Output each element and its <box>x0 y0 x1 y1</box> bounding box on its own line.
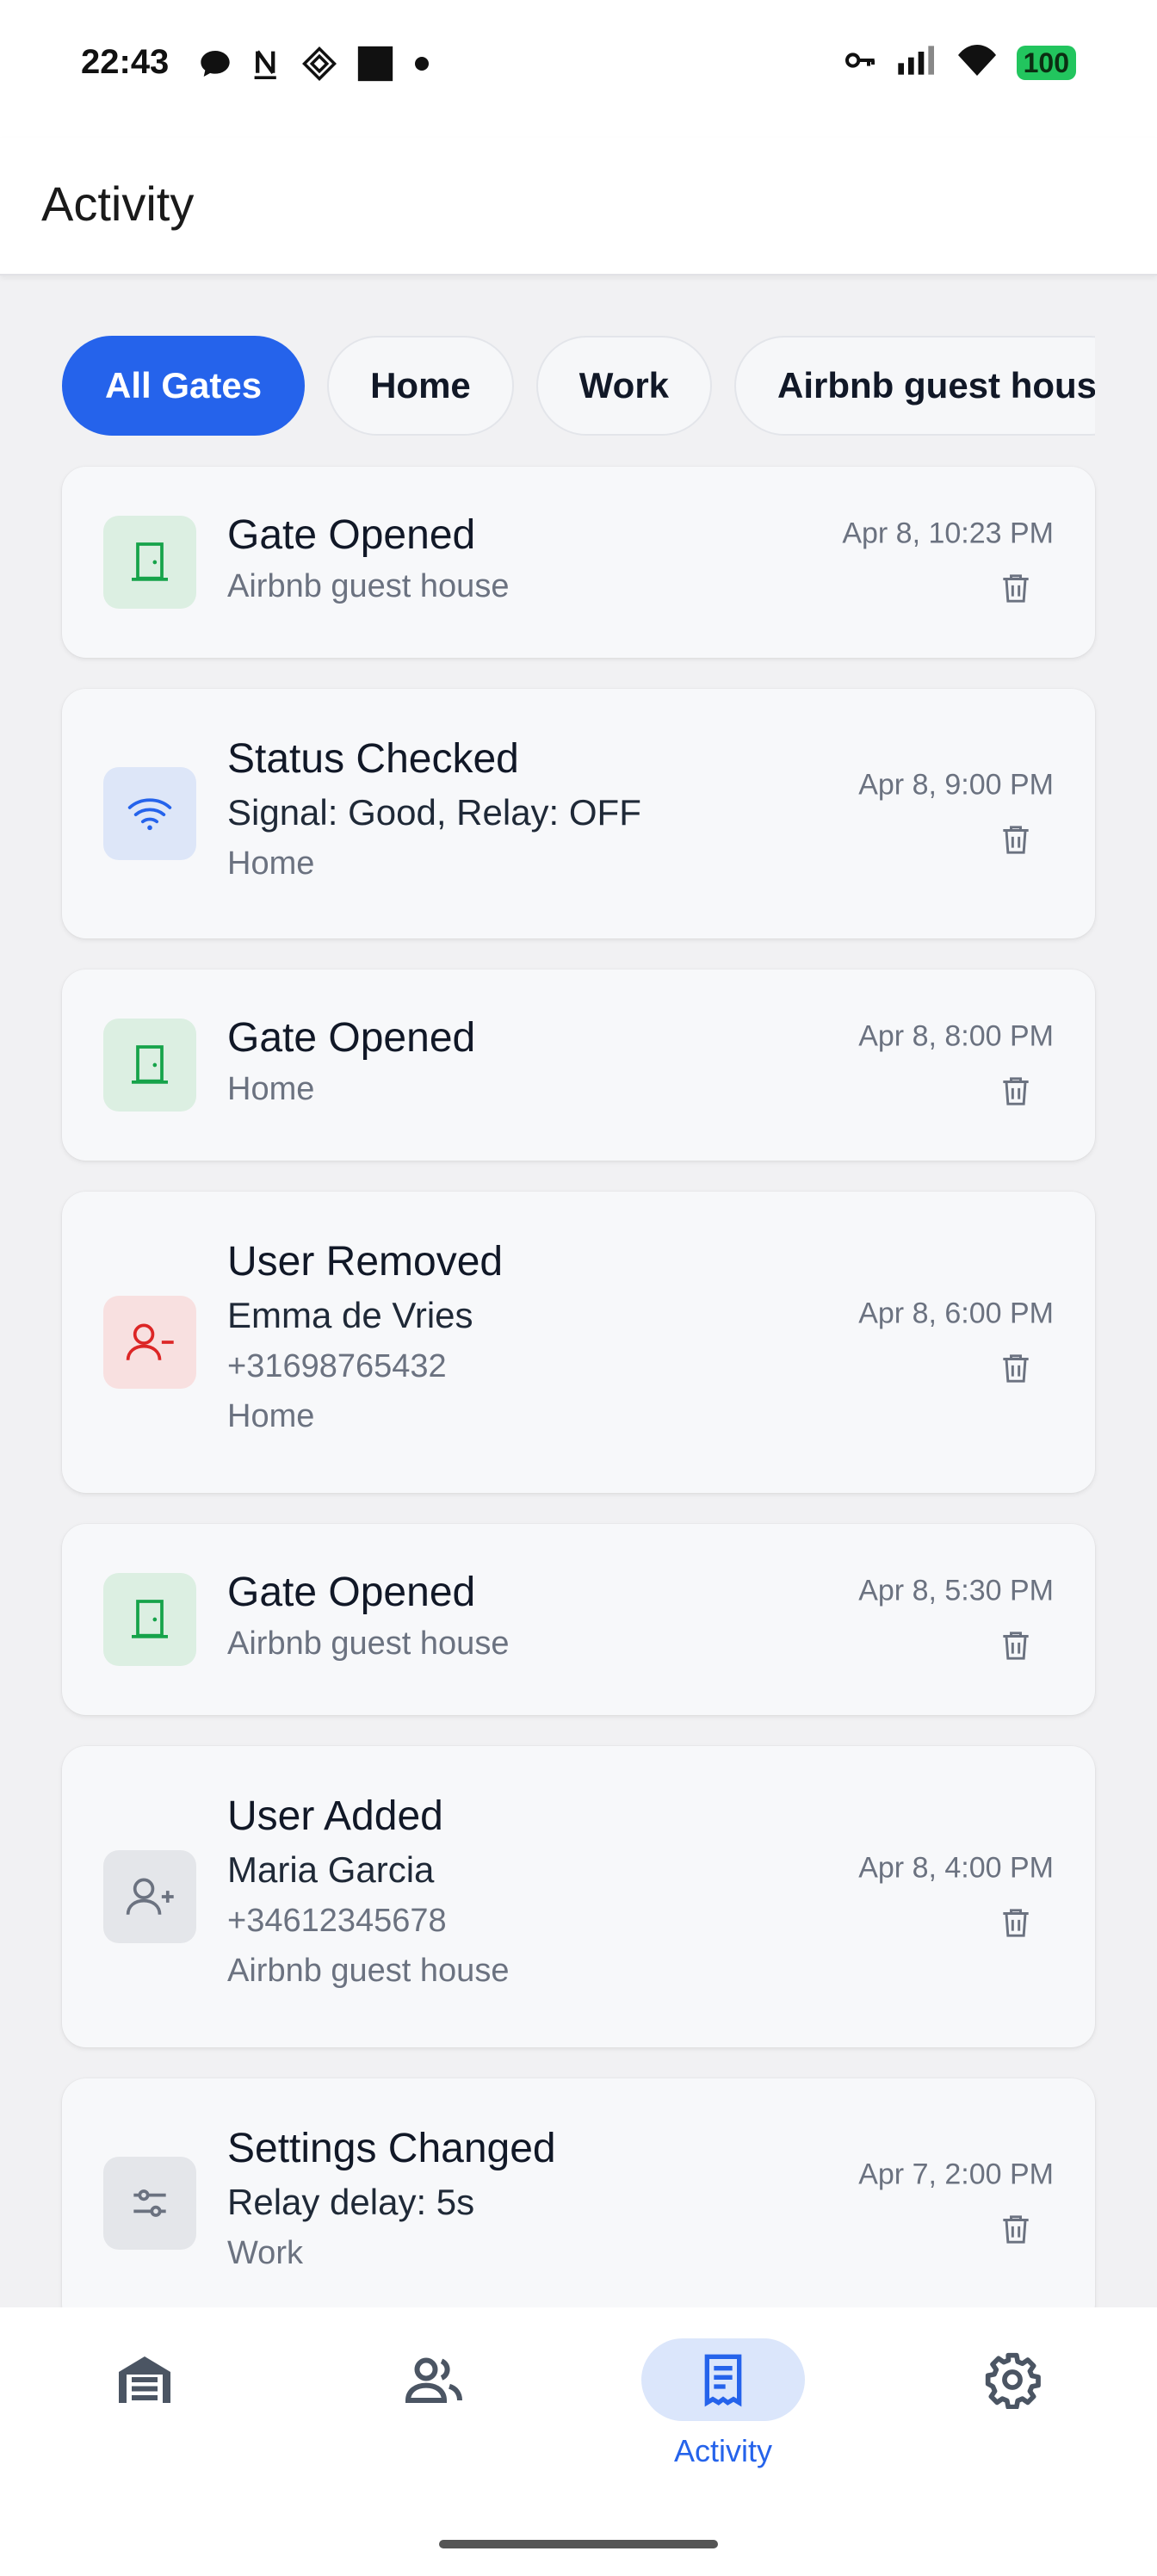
activity-detail-phone: +34612345678 <box>227 1903 447 1939</box>
chip-airbnb-guest-house[interactable]: Airbnb guest hous <box>734 336 1095 436</box>
status-bar: 22:43 100 <box>0 0 1157 138</box>
home-indicator <box>439 2540 718 2548</box>
delete-icon[interactable] <box>997 1073 1035 1111</box>
gate-filter-chips: All Gates Home Work Airbnb guest hous <box>62 336 1095 437</box>
wifi-icon <box>956 43 998 82</box>
activity-gate: Airbnb guest house <box>227 568 510 604</box>
activity-title: Status Checked <box>227 736 519 782</box>
delete-icon[interactable] <box>997 570 1035 608</box>
page-title: Activity <box>41 176 195 231</box>
activity-time: Apr 8, 8:00 PM <box>858 1019 1054 1053</box>
activity-time: Apr 8, 10:23 PM <box>842 517 1054 550</box>
app-bar: Activity <box>0 138 1157 276</box>
activity-gate: Work <box>227 2235 303 2271</box>
activity-card[interactable]: Settings Changed Relay delay: 5s Work Ap… <box>62 2078 1095 2328</box>
dot-icon <box>413 55 430 77</box>
activity-time: Apr 8, 4:00 PM <box>858 1851 1054 1885</box>
activity-card[interactable]: Gate Opened Home Apr 8, 8:00 PM <box>62 969 1095 1161</box>
wifi-icon <box>103 767 196 860</box>
users-icon <box>405 2357 462 2403</box>
garage-icon <box>119 2356 170 2403</box>
activity-card[interactable]: Gate Opened Airbnb guest house Apr 8, 5:… <box>62 1524 1095 1715</box>
activity-list: Gate Opened Airbnb guest house Apr 8, 10… <box>62 467 1095 2359</box>
delete-icon[interactable] <box>997 1627 1035 1665</box>
activity-time: Apr 8, 9:00 PM <box>858 768 1054 802</box>
delete-icon[interactable] <box>997 1350 1035 1388</box>
user-plus-icon <box>103 1850 196 1943</box>
activity-card[interactable]: User Removed Emma de Vries +31698765432 … <box>62 1192 1095 1493</box>
black-square-icon <box>356 45 394 87</box>
activity-card[interactable]: User Added Maria Garcia +34612345678 Air… <box>62 1746 1095 2047</box>
signal-icon <box>896 43 937 82</box>
activity-gate: Airbnb guest house <box>227 1625 510 1662</box>
activity-detail-phone: +31698765432 <box>227 1348 447 1384</box>
sliders-icon <box>103 2157 196 2250</box>
activity-title: Gate Opened <box>227 1570 476 1615</box>
activity-gate: Home <box>227 1398 315 1434</box>
nav-item-activity[interactable]: Activity <box>637 2338 809 2469</box>
activity-time: Apr 8, 6:00 PM <box>858 1297 1054 1330</box>
activity-gate: Airbnb guest house <box>227 1953 510 1989</box>
activity-title: Gate Opened <box>227 1015 476 1061</box>
chip-all-gates[interactable]: All Gates <box>62 336 306 436</box>
activity-title: Gate Opened <box>227 512 476 558</box>
nav-label-activity: Activity <box>673 2433 772 2468</box>
activity-detail: Signal: Good, Relay: OFF <box>227 792 641 833</box>
activity-title: User Added <box>227 1793 443 1839</box>
gear-icon <box>985 2352 1041 2409</box>
nav-item-users[interactable] <box>348 2338 520 2421</box>
nav-item-gates[interactable] <box>59 2338 231 2421</box>
user-minus-icon <box>103 1296 196 1389</box>
activity-detail-name: Emma de Vries <box>227 1295 473 1335</box>
system-icons: 100 <box>843 43 1076 82</box>
status-time: 22:43 <box>81 43 170 81</box>
diamond-app-icon <box>301 46 337 86</box>
door-icon <box>103 1573 196 1666</box>
activity-title: User Removed <box>227 1239 504 1285</box>
nav-item-settings[interactable] <box>926 2338 1098 2421</box>
door-icon <box>103 1019 196 1112</box>
activity-gate: Home <box>227 1071 315 1107</box>
vpn-key-icon <box>843 43 877 82</box>
activity-time: Apr 8, 5:30 PM <box>858 1574 1054 1607</box>
activity-gate: Home <box>227 845 315 882</box>
n-app-icon <box>251 46 282 85</box>
delete-icon[interactable] <box>997 2211 1035 2249</box>
chat-bubble-icon <box>198 46 232 85</box>
delete-icon[interactable] <box>997 821 1035 859</box>
activity-receipt-icon <box>704 2354 742 2407</box>
activity-detail: Relay delay: 5s <box>227 2182 475 2222</box>
delete-icon[interactable] <box>997 1904 1035 1942</box>
chip-work[interactable]: Work <box>535 336 713 436</box>
chip-home[interactable]: Home <box>327 336 514 436</box>
battery-indicator: 100 <box>1016 45 1076 80</box>
activity-time: Apr 7, 2:00 PM <box>858 2158 1054 2191</box>
bottom-navigation: Activity <box>0 2307 1157 2576</box>
activity-card[interactable]: Status Checked Signal: Good, Relay: OFF … <box>62 689 1095 938</box>
activity-title: Settings Changed <box>227 2126 556 2171</box>
activity-detail-name: Maria Garcia <box>227 1849 435 1890</box>
activity-card[interactable]: Gate Opened Airbnb guest house Apr 8, 10… <box>62 467 1095 658</box>
notification-icons <box>198 45 430 87</box>
door-icon <box>103 516 196 609</box>
